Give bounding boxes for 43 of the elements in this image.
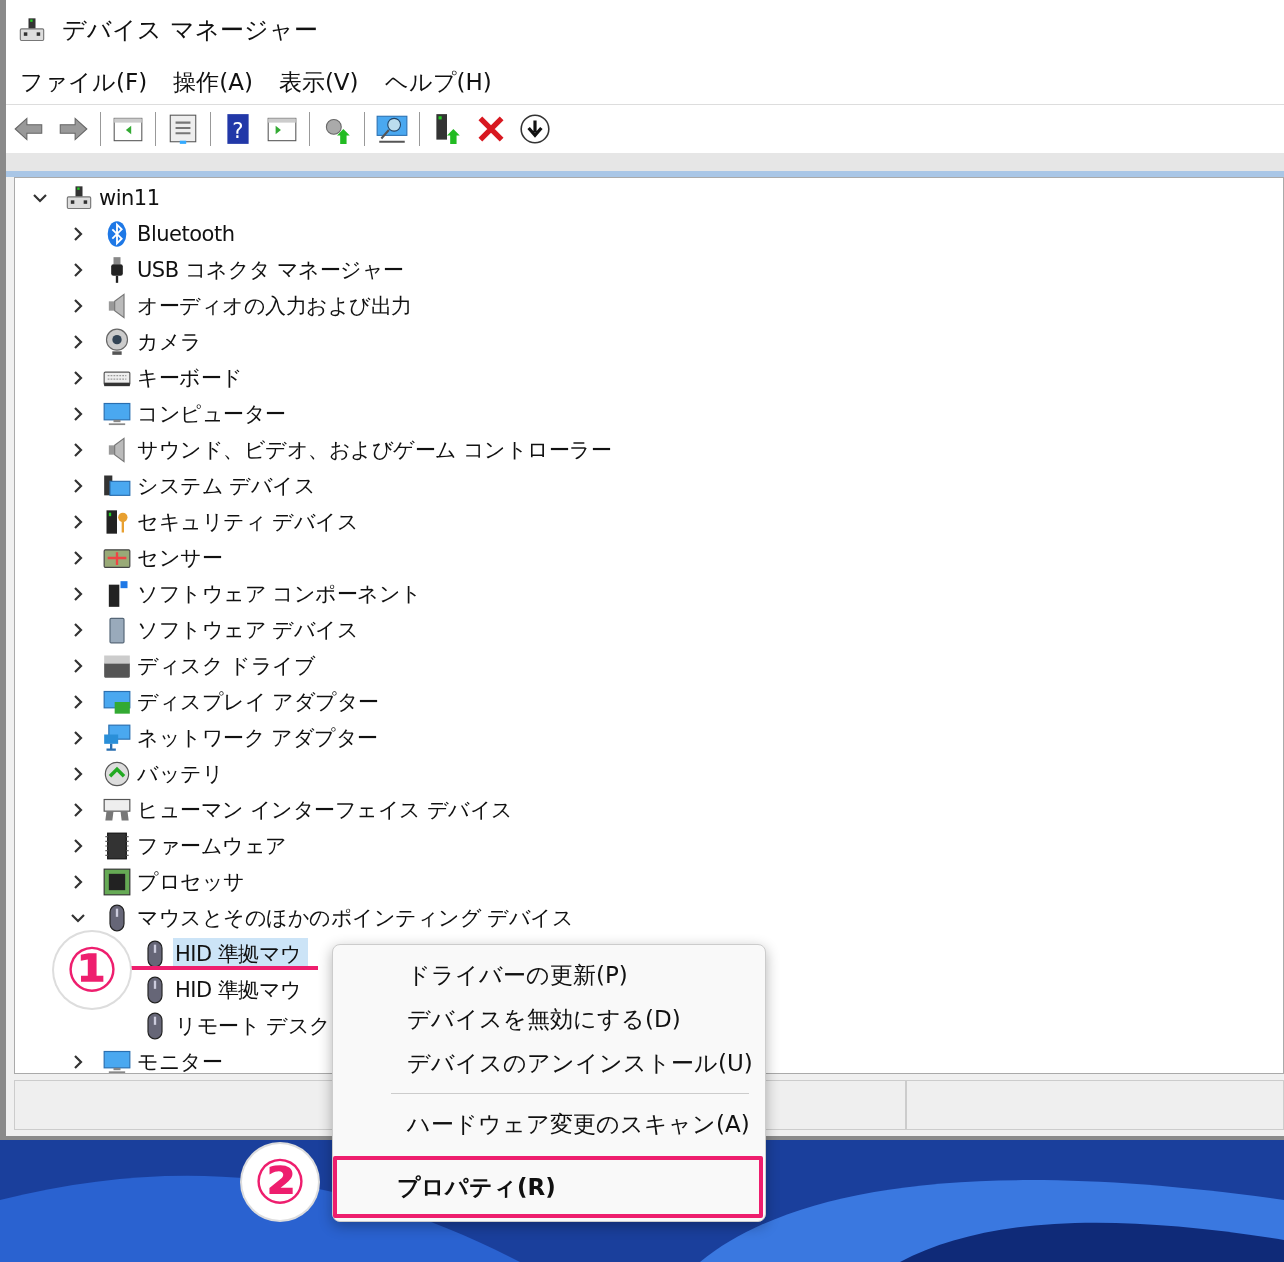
tree-item[interactable]: ディスク ドライブ [135, 650, 322, 682]
tree-item[interactable]: バッテリ [135, 758, 229, 790]
tree-item[interactable]: キーボード [135, 362, 249, 394]
menu-item[interactable]: ファイル(F) [20, 66, 148, 98]
menu-item[interactable]: ドライバーの更新(P) [333, 953, 765, 997]
menu-item[interactable]: ヘルプ(H) [384, 66, 492, 98]
menu-item[interactable]: 操作(A) [173, 66, 253, 98]
display-card-icon [103, 688, 131, 716]
tree-item[interactable]: プロセッサ [135, 866, 251, 898]
chip-icon [103, 832, 131, 860]
network-computer-icon [18, 16, 46, 44]
tree-item[interactable]: ディスプレイ アダプター [135, 686, 385, 718]
tree-item[interactable]: win11 [97, 182, 166, 214]
menu-item[interactable]: プロパティ(R) [333, 1156, 763, 1218]
tree-item[interactable]: ソフトウェア デバイス [135, 614, 365, 646]
processor-icon [103, 868, 131, 896]
tree-item[interactable]: USB コネクタ マネージャー [135, 254, 410, 286]
tree-item[interactable]: オーディオの入力および出力 [135, 290, 418, 322]
window-title: デバイス マネージャー [62, 15, 318, 46]
tree-item[interactable]: ファームウェア [135, 830, 293, 862]
tree-item[interactable]: システム デバイス [135, 470, 322, 502]
menu-item[interactable]: ハードウェア変更のスキャン(A) [333, 1102, 765, 1146]
menu-item[interactable]: デバイスのアンインストール(U) [333, 1041, 765, 1085]
webcam-icon [103, 328, 131, 356]
tree-item[interactable]: HID 準拠マウ [173, 974, 308, 1006]
tree-item[interactable]: サウンド、ビデオ、およびゲーム コントローラー [135, 434, 618, 466]
down-arrow-circle-icon[interactable] [518, 112, 552, 146]
tree-item[interactable]: センサー [135, 542, 228, 574]
tree-item[interactable]: コンピューター [135, 398, 292, 430]
monitor-icon [103, 1048, 131, 1073]
tree-item[interactable]: セキュリティ デバイス [135, 506, 365, 538]
menu-item[interactable]: 表示(V) [278, 66, 359, 98]
tree-item[interactable]: Bluetooth [135, 218, 241, 250]
network-monitor-icon [103, 724, 131, 752]
monitor-icon [103, 400, 131, 428]
tree-item[interactable]: カメラ [135, 326, 208, 358]
tree-item[interactable]: マウスとそのほかのポインティング デバイス [135, 902, 580, 934]
menu-item[interactable]: デバイスを無効にする(D) [333, 997, 765, 1041]
tree-item[interactable]: ソフトウェア コンポーネント [135, 578, 428, 610]
tree-item[interactable]: ネットワーク アダプター [135, 722, 384, 754]
tree-item[interactable]: ヒューマン インターフェイス デバイス [135, 794, 519, 826]
tree-item[interactable]: モニター [135, 1046, 228, 1073]
network-computer-icon [65, 184, 93, 212]
